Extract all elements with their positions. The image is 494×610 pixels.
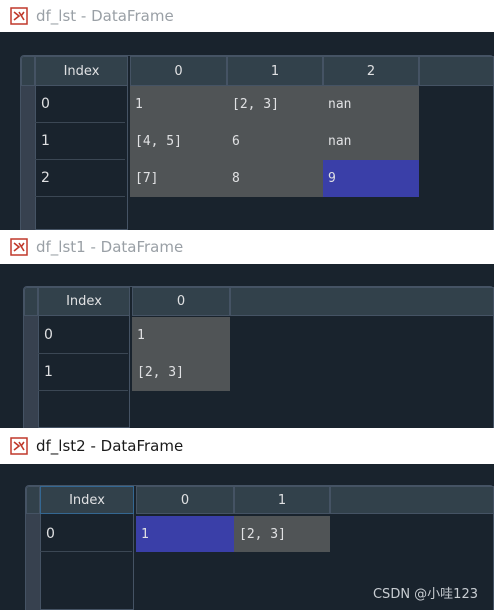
table-cell[interactable]: [2, 3] [234,516,330,552]
column-header-label: 0 [180,492,190,508]
dataframe-window-df-lst: df_lst - DataFrame Index 0 1 2 0 1 2 1 [… [0,0,494,230]
row-index[interactable]: 1 [35,123,125,160]
row-gutter [26,514,40,610]
table-cell[interactable]: 1 [130,86,227,123]
table-corner[interactable] [24,287,38,316]
column-header-1[interactable]: 1 [234,486,330,514]
row-index[interactable]: 0 [40,516,132,552]
selected-table-cell[interactable]: 9 [323,160,419,197]
window-title: df_lst2 - DataFrame [36,437,184,455]
dataframe-icon [10,437,28,455]
table-cell[interactable]: 6 [227,123,323,160]
column-header-filler [419,56,494,86]
row-gutter [21,86,35,230]
table-corner[interactable] [26,486,40,514]
watermark: CSDN @小哇123 [372,587,478,602]
column-header-label: 0 [176,294,186,309]
table-cell[interactable]: 8 [227,160,323,197]
column-header-0[interactable]: 0 [136,486,234,514]
index-header[interactable]: Index [40,486,134,514]
row-index[interactable]: 2 [35,160,125,197]
row-index[interactable]: 0 [35,86,125,123]
dataframe-icon [10,7,28,25]
table-cell[interactable]: nan [323,123,419,160]
column-header-label: 2 [366,63,376,79]
table-cell[interactable]: [2, 3] [227,86,323,123]
row-index[interactable]: 1 [38,354,128,391]
window-title: df_lst - DataFrame [36,7,174,25]
table-cell[interactable]: [4, 5] [130,123,227,160]
table-cell[interactable]: [7] [130,160,227,197]
column-header-2[interactable]: 2 [323,56,419,86]
window-titlebar[interactable]: df_lst2 - DataFrame [0,428,494,464]
index-header-label: Index [66,294,102,309]
window-titlebar[interactable]: df_lst1 - DataFrame [0,230,494,264]
column-header-filler [330,486,494,514]
table-cell[interactable]: [2, 3] [132,354,230,391]
index-header-label: Index [69,492,105,508]
column-header-label: 1 [270,63,280,79]
window-title: df_lst1 - DataFrame [36,238,184,256]
table-corner[interactable] [21,56,35,86]
index-header[interactable]: Index [35,56,128,86]
table-cell[interactable]: nan [323,86,419,123]
column-header-0[interactable]: 0 [132,287,230,316]
column-header-label: 0 [174,63,183,79]
dataframe-window-df-lst2: df_lst2 - DataFrame Index 0 1 0 1 [2, 3]… [0,428,494,610]
table-cell[interactable]: 1 [132,317,230,354]
dataframe-window-df-lst1: df_lst1 - DataFrame Index 0 0 1 1 [2, 3] [0,230,494,428]
column-header-0[interactable]: 0 [130,56,227,86]
index-header-label: Index [63,63,100,79]
index-header[interactable]: Index [38,287,130,316]
column-header-label: 1 [277,492,287,508]
row-gutter [24,316,38,428]
selected-table-cell[interactable]: 1 [136,516,234,552]
row-index[interactable]: 0 [38,317,128,354]
column-header-filler [230,287,494,316]
window-titlebar[interactable]: df_lst - DataFrame [0,0,494,32]
column-header-1[interactable]: 1 [227,56,323,86]
dataframe-icon [10,238,28,256]
